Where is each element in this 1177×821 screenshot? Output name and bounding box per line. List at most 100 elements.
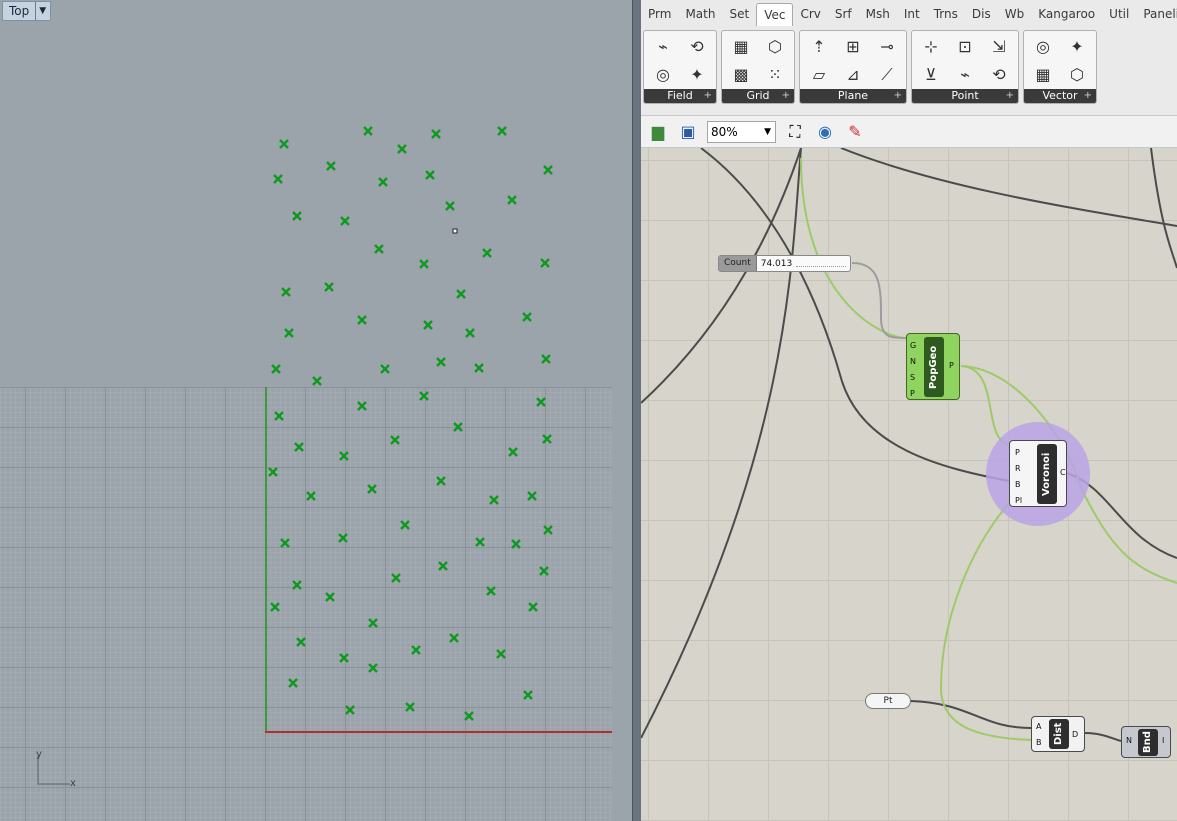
chevron-down-icon[interactable]: ▼ [35, 2, 46, 20]
point-marker [456, 289, 466, 299]
input-port[interactable]: B [1015, 477, 1022, 493]
panel-label-text: Grid [746, 89, 770, 102]
plane-normal-icon[interactable]: ⊿ [836, 61, 870, 89]
point-cloud-icon[interactable]: ⇲ [982, 33, 1016, 61]
popgeo-component[interactable]: G N S P PopGeo P [906, 333, 960, 400]
input-port[interactable]: Pl [1015, 493, 1022, 509]
count-number-slider[interactable]: Count 74.013 [718, 255, 851, 272]
point-marker [527, 491, 537, 501]
output-port[interactable]: D [1072, 727, 1078, 743]
output-port[interactable]: C [1060, 465, 1066, 481]
input-port[interactable]: G [910, 338, 916, 354]
bounds-component[interactable]: N Bnd I [1121, 726, 1171, 758]
tab-panelingt[interactable]: PanelingT [1136, 3, 1177, 25]
voronoi-inputs: P R B Pl [1015, 445, 1022, 509]
tab-math[interactable]: Math [678, 3, 722, 25]
panel-label[interactable]: Grid + [722, 89, 794, 103]
vector-2pt-icon[interactable]: ✦ [1060, 33, 1094, 61]
point-marker [543, 525, 553, 535]
pen-icon: ✎ [848, 122, 862, 141]
panel-label[interactable]: Plane + [800, 89, 906, 103]
voronoi-outputs: C [1060, 465, 1066, 481]
pt-parameter[interactable]: Pt [865, 693, 911, 709]
tab-dis[interactable]: Dis [965, 3, 998, 25]
panel-label[interactable]: Point + [912, 89, 1018, 103]
expand-icon[interactable]: + [704, 89, 712, 103]
input-port[interactable]: P [1015, 445, 1022, 461]
point-marker [522, 312, 532, 322]
expand-icon[interactable]: + [782, 89, 790, 103]
panel-label-text: Plane [837, 89, 869, 102]
rhino-viewport[interactable]: Top ▼ y x [0, 0, 632, 821]
cursor-marker [452, 228, 458, 234]
input-port[interactable]: S [910, 370, 916, 386]
panel-label[interactable]: Vector + [1024, 89, 1096, 103]
grid-hex-icon[interactable]: ⬡ [758, 33, 792, 61]
distance-component[interactable]: A B Dist D [1031, 716, 1085, 752]
point-distance-icon[interactable]: ⊡ [948, 33, 982, 61]
field-line-icon[interactable]: ⌁ [646, 33, 680, 61]
vector-xyz-icon[interactable]: ◎ [1026, 33, 1060, 61]
tab-srf[interactable]: Srf [828, 3, 859, 25]
point-marker [528, 602, 538, 612]
grasshopper-canvas[interactable]: Count 74.013 G N S P PopGeo P P R B Pl V… [641, 148, 1177, 821]
panel-label[interactable]: Field + [644, 89, 716, 103]
field-spin-icon[interactable]: ⟲ [680, 33, 714, 61]
expand-icon[interactable]: + [1084, 89, 1092, 103]
point-deconstruct-icon[interactable]: ⊻ [914, 61, 948, 89]
slider-track[interactable] [796, 260, 846, 267]
grid-rect-icon[interactable]: ▦ [724, 33, 758, 61]
plane-align-icon[interactable]: ⇡ [802, 33, 836, 61]
point-project-icon[interactable]: ⌁ [948, 61, 982, 89]
input-port[interactable]: P [910, 386, 916, 402]
input-port[interactable]: A [1036, 719, 1042, 735]
point-marker [363, 126, 373, 136]
zoom-select[interactable]: 80% ▼ [707, 120, 776, 143]
expand-icon[interactable]: + [894, 89, 902, 103]
grid-populate-icon[interactable]: ⁙ [758, 61, 792, 89]
field-point-icon[interactable]: ◎ [646, 61, 680, 89]
tab-crv[interactable]: Crv [793, 3, 827, 25]
viewport-title-tab[interactable]: Top ▼ [2, 1, 52, 21]
input-port[interactable]: N [910, 354, 916, 370]
plane-origin-icon[interactable]: ⊸ [870, 33, 904, 61]
tab-prm[interactable]: Prm [641, 3, 678, 25]
tab-vec[interactable]: Vec [756, 2, 794, 26]
field-vortex-icon[interactable]: ✦ [680, 61, 714, 89]
tab-set[interactable]: Set [722, 3, 756, 25]
input-port[interactable]: B [1036, 735, 1042, 751]
point-marker [542, 434, 552, 444]
tab-trns[interactable]: Trns [927, 3, 965, 25]
output-port[interactable]: I [1162, 733, 1164, 749]
input-port[interactable]: R [1015, 461, 1022, 477]
plane-construct-icon[interactable]: ⊞ [836, 33, 870, 61]
zoom-extents-icon: ⛶ [789, 121, 801, 141]
save-file-button[interactable]: ▣ [677, 121, 699, 143]
vector-display-icon[interactable]: ⬡ [1060, 61, 1094, 89]
tab-wb[interactable]: Wb [998, 3, 1031, 25]
point-pull-icon[interactable]: ⟲ [982, 61, 1016, 89]
point-marker [496, 649, 506, 659]
preview-toggle-button[interactable]: ◉ [814, 121, 836, 143]
tab-int[interactable]: Int [897, 3, 927, 25]
tab-util[interactable]: Util [1102, 3, 1136, 25]
zoom-extents-button[interactable]: ⛶ [784, 121, 806, 143]
plane-xy-icon[interactable]: ▱ [802, 61, 836, 89]
point-marker [357, 315, 367, 325]
output-port[interactable]: P [949, 358, 954, 374]
vector-deconstruct-icon[interactable]: ▦ [1026, 61, 1060, 89]
open-file-button[interactable]: ▆ [647, 121, 669, 143]
point-marker [312, 376, 322, 386]
voronoi-component[interactable]: P R B Pl Voronoi C [1009, 440, 1067, 507]
expand-icon[interactable]: + [1006, 89, 1014, 103]
point-construct-icon[interactable]: ⊹ [914, 33, 948, 61]
sketch-pen-button[interactable]: ✎ [844, 121, 866, 143]
point-marker [271, 364, 281, 374]
input-port[interactable]: N [1126, 733, 1132, 749]
tab-kangaroo[interactable]: Kangaroo [1031, 3, 1102, 25]
plane-rotate-icon[interactable]: ⟋ [870, 61, 904, 89]
panel-vector: ◎ ✦ ▦ ⬡ Vector + [1023, 30, 1097, 104]
tab-msh[interactable]: Msh [859, 3, 897, 25]
point-marker [419, 259, 429, 269]
grid-square-icon[interactable]: ▩ [724, 61, 758, 89]
